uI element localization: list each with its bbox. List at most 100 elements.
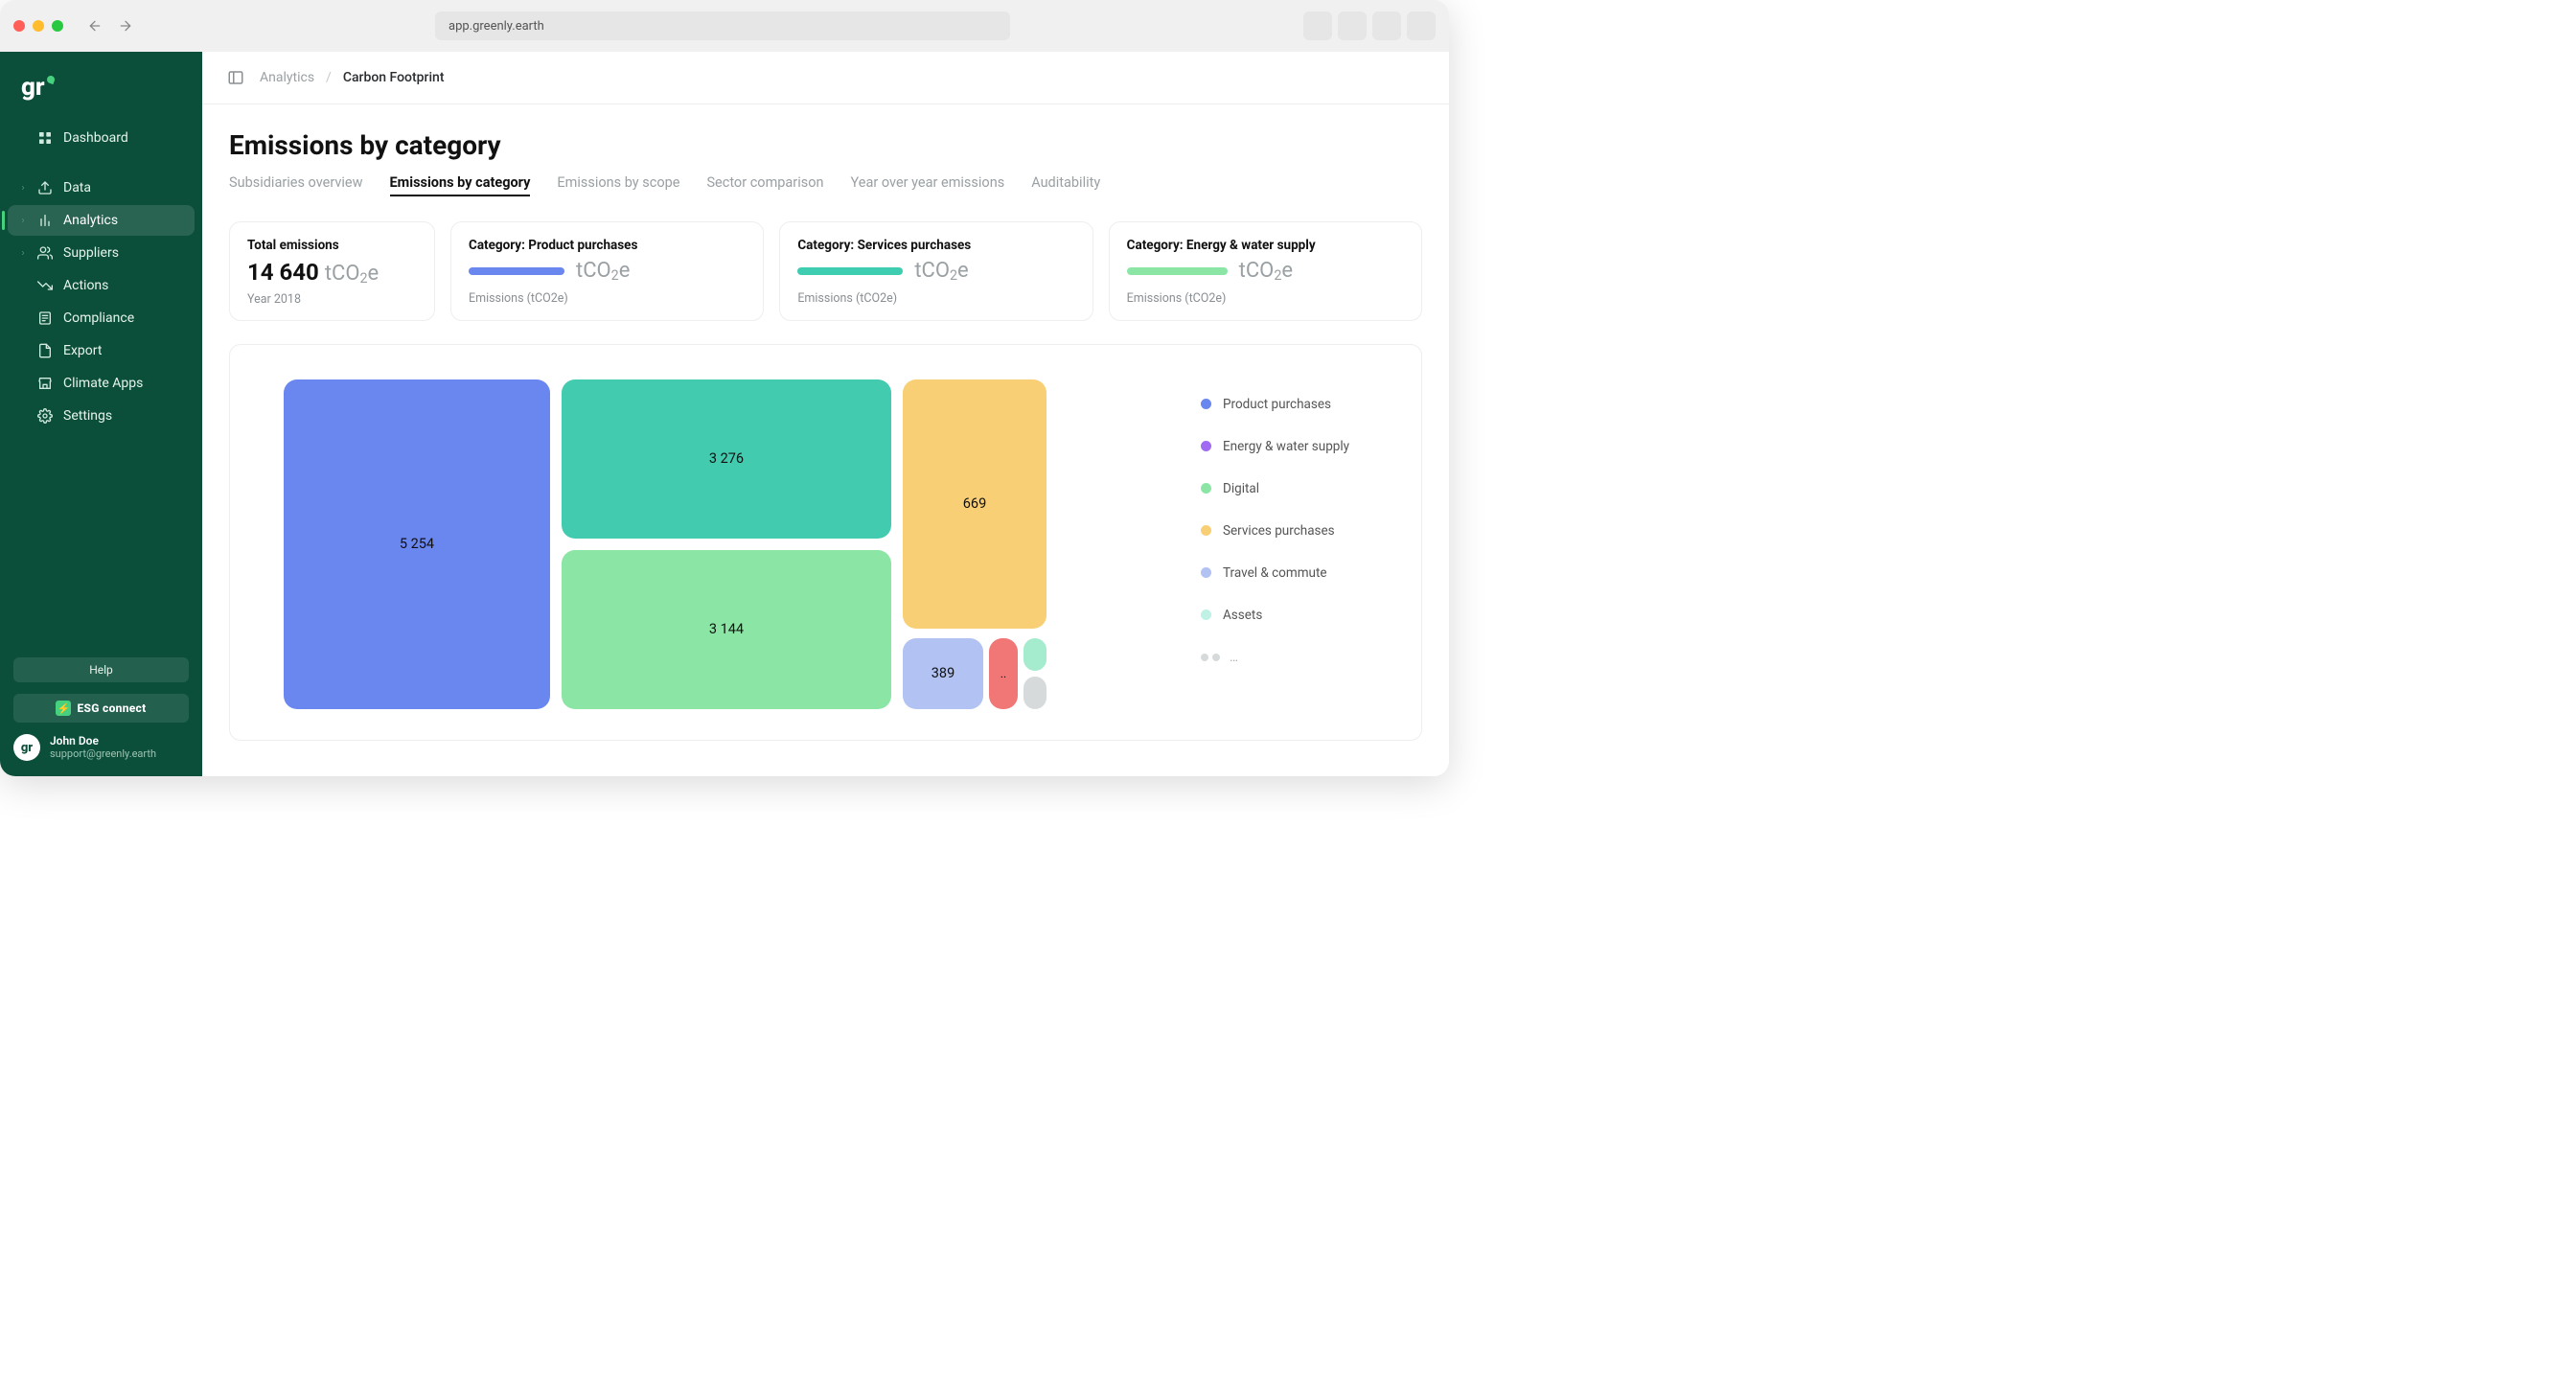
card-subtext: Emissions (tCO2e) bbox=[1127, 291, 1404, 306]
forward-button[interactable] bbox=[113, 13, 138, 38]
file-icon bbox=[36, 342, 54, 359]
card-title: Category: Product purchases bbox=[469, 238, 746, 253]
treemap-block-travel-commute[interactable]: 389 bbox=[903, 638, 983, 709]
chrome-tab-placeholder[interactable] bbox=[1338, 11, 1367, 40]
user-email: support@greenly.earth bbox=[50, 748, 156, 760]
sidebar-item-climate-apps[interactable]: Climate Apps bbox=[8, 368, 195, 399]
treemap-canvas: 5 254 3 276 3 144 669 389 bbox=[284, 379, 1162, 711]
card-unit: tCO2e bbox=[1239, 259, 1293, 284]
breadcrumb-level-1[interactable]: Analytics bbox=[260, 70, 314, 85]
chrome-tab-buttons bbox=[1303, 11, 1436, 40]
treemap-value: 669 bbox=[963, 495, 986, 512]
treemap-block-product-purchases[interactable]: 5 254 bbox=[284, 379, 550, 709]
card-bar bbox=[469, 267, 564, 275]
breadcrumb-sep: / bbox=[326, 70, 332, 85]
bar-chart-icon bbox=[36, 212, 54, 229]
window-controls bbox=[13, 20, 63, 32]
sidebar-item-dashboard[interactable]: Dashboard bbox=[8, 123, 195, 153]
dashboard-icon bbox=[36, 129, 54, 147]
legend-dot-icon bbox=[1201, 609, 1211, 620]
tab-emissions-by-category[interactable]: Emissions by category bbox=[390, 174, 531, 196]
minimize-window-icon[interactable] bbox=[33, 20, 44, 32]
treemap-value: 3 276 bbox=[709, 450, 744, 467]
user-menu[interactable]: gr John Doe support@greenly.earth bbox=[13, 734, 189, 761]
sidebar-item-actions[interactable]: Actions bbox=[8, 270, 195, 301]
legend-label: Assets bbox=[1223, 608, 1262, 623]
treemap-block-assets[interactable]: .. bbox=[989, 638, 1018, 709]
legend: Product purchases Energy & water supply Di… bbox=[1201, 379, 1383, 665]
tab-auditability[interactable]: Auditability bbox=[1031, 174, 1100, 196]
treemap-block-energy-water[interactable]: 3 144 bbox=[562, 550, 891, 709]
gear-icon bbox=[36, 407, 54, 425]
card-value: 14 640 tCO2e bbox=[247, 259, 417, 287]
esg-connect-label: ESG connect bbox=[77, 701, 146, 715]
breadcrumb-bar: Analytics / Carbon Footprint bbox=[202, 52, 1449, 104]
treemap-block-digital[interactable]: 669 bbox=[903, 379, 1046, 629]
main: Analytics / Carbon Footprint Emissions b… bbox=[202, 52, 1449, 776]
treemap-value: 3 144 bbox=[709, 621, 744, 637]
card-value-number: 14 640 bbox=[247, 259, 319, 286]
card-subtext: Year 2018 bbox=[247, 292, 417, 307]
treemap-value: 5 254 bbox=[400, 536, 434, 552]
tab-sector-comparison[interactable]: Sector comparison bbox=[706, 174, 823, 196]
trend-down-icon bbox=[36, 277, 54, 294]
audit-icon bbox=[36, 310, 54, 327]
sidebar: gr Dashboard ›Data›Analytics›Suppliers Act… bbox=[0, 52, 202, 776]
treemap-block-other-b[interactable] bbox=[1024, 677, 1046, 709]
card-unit: tCO2e bbox=[914, 259, 968, 284]
sidebar-item-suppliers[interactable]: ›Suppliers bbox=[8, 238, 195, 268]
treemap-block-other-a[interactable] bbox=[1024, 638, 1046, 671]
legend-item-travel-commute[interactable]: Travel & commute bbox=[1201, 565, 1383, 581]
sidebar-list: Dashboard ›Data›Analytics›Suppliers Action… bbox=[0, 123, 202, 433]
treemap-value: 389 bbox=[932, 665, 954, 681]
close-window-icon[interactable] bbox=[13, 20, 25, 32]
tab-subsidiaries-overview[interactable]: Subsidiaries overview bbox=[229, 174, 363, 196]
card-title: Category: Services purchases bbox=[797, 238, 1074, 253]
legend-dot-icon bbox=[1201, 399, 1211, 409]
legend-item-product-purchases[interactable]: Product purchases bbox=[1201, 397, 1383, 412]
treemap-chart: 5 254 3 276 3 144 669 389 bbox=[229, 344, 1422, 741]
back-button[interactable] bbox=[82, 13, 107, 38]
card-bar bbox=[797, 267, 903, 275]
sidebar-item-compliance[interactable]: Compliance bbox=[8, 303, 195, 333]
treemap-block-services-purchases[interactable]: 3 276 bbox=[562, 379, 891, 539]
upload-icon bbox=[36, 179, 54, 196]
legend-dot-icon bbox=[1201, 567, 1211, 578]
browser-chrome: app.greenly.earth bbox=[0, 0, 1449, 52]
chrome-tab-placeholder[interactable] bbox=[1407, 11, 1436, 40]
chrome-tab-placeholder[interactable] bbox=[1303, 11, 1332, 40]
legend-item-digital[interactable]: Digital bbox=[1201, 481, 1383, 496]
help-button[interactable]: Help bbox=[13, 657, 189, 682]
sidebar-item-label: Actions bbox=[63, 278, 108, 293]
user-name: John Doe bbox=[50, 735, 156, 747]
legend-more-label: … bbox=[1230, 650, 1238, 665]
logo-text: gr bbox=[21, 73, 45, 102]
sidebar-item-data[interactable]: ›Data bbox=[8, 172, 195, 203]
logo[interactable]: gr bbox=[0, 69, 202, 123]
tab-emissions-by-scope[interactable]: Emissions by scope bbox=[557, 174, 679, 196]
sidebar-item-label: Compliance bbox=[63, 310, 134, 326]
card-energy-water: Category: Energy & water supply tCO2e Em… bbox=[1109, 221, 1422, 321]
legend-label: Services purchases bbox=[1223, 523, 1335, 539]
legend-dot-icon bbox=[1201, 483, 1211, 494]
avatar: gr bbox=[13, 734, 40, 761]
url-bar[interactable]: app.greenly.earth bbox=[435, 11, 1010, 40]
users-icon bbox=[36, 244, 54, 262]
legend-item-assets[interactable]: Assets bbox=[1201, 608, 1383, 623]
legend-item-services-purchases[interactable]: Services purchases bbox=[1201, 523, 1383, 539]
legend-item-energy-water-supply[interactable]: Energy & water supply bbox=[1201, 439, 1383, 454]
card-bar bbox=[1127, 267, 1228, 275]
tab-year-over-year-emissions[interactable]: Year over year emissions bbox=[851, 174, 1005, 196]
sidebar-item-analytics[interactable]: ›Analytics bbox=[8, 205, 195, 236]
app-window: app.greenly.earth gr Dashboard ›Data›Anal… bbox=[0, 0, 1449, 776]
sidebar-item-settings[interactable]: Settings bbox=[8, 401, 195, 431]
chrome-tab-placeholder[interactable] bbox=[1372, 11, 1401, 40]
sidebar-item-export[interactable]: Export bbox=[8, 335, 195, 366]
legend-more[interactable]: … bbox=[1201, 650, 1383, 665]
esg-connect-button[interactable]: ⚡ ESG connect bbox=[13, 694, 189, 723]
panel-toggle-icon[interactable] bbox=[227, 69, 244, 86]
sidebar-bottom: Help ⚡ ESG connect gr John Doe support@g… bbox=[0, 646, 202, 776]
breadcrumb-level-2[interactable]: Carbon Footprint bbox=[343, 70, 445, 85]
maximize-window-icon[interactable] bbox=[52, 20, 63, 32]
legend-label: Travel & commute bbox=[1223, 565, 1327, 581]
